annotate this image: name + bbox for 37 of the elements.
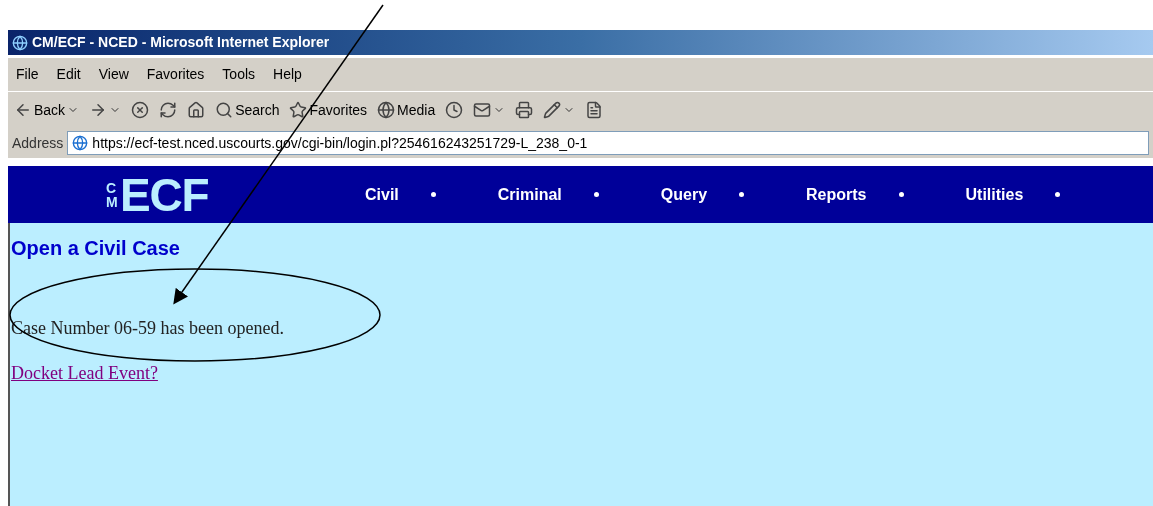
- nav-link[interactable]: Reports: [806, 182, 867, 207]
- bullet-icon: [430, 192, 436, 197]
- menu-item[interactable]: Help: [273, 64, 302, 85]
- nav-link[interactable]: Criminal: [497, 182, 562, 207]
- browser-icon: [12, 34, 28, 51]
- printer-icon: [515, 101, 534, 119]
- search-icon: [215, 101, 234, 119]
- docket-lead-link[interactable]: Docket Lead Event?: [11, 360, 158, 387]
- menu-item[interactable]: View: [98, 64, 129, 85]
- bullet-icon: [1055, 192, 1061, 197]
- page-heading: Open a Civil Case: [11, 236, 181, 261]
- back-button[interactable]: Back: [12, 99, 82, 121]
- bullet-icon: [593, 192, 599, 197]
- nav-link[interactable]: Query: [660, 182, 708, 207]
- clock-icon: [445, 101, 464, 119]
- menu-item[interactable]: Favorites: [146, 64, 205, 85]
- window-title: CM/ECF - NCED - Microsoft Internet Explorer: [32, 33, 330, 52]
- bullet-icon: [739, 192, 745, 197]
- bullet-icon: [898, 192, 904, 197]
- search-button[interactable]: Search: [213, 99, 282, 121]
- document-icon: [585, 101, 604, 119]
- menu-item[interactable]: Tools: [222, 64, 256, 85]
- media-button[interactable]: Media: [375, 99, 438, 121]
- stop-icon: [131, 101, 150, 119]
- address-label: Address: [12, 133, 64, 153]
- page-icon: [72, 135, 89, 151]
- refresh-icon: [159, 101, 178, 119]
- globe-icon: [377, 101, 396, 119]
- mail-icon: [473, 101, 492, 119]
- home-icon: [187, 101, 206, 119]
- nav-link[interactable]: Utilities: [965, 182, 1024, 207]
- pencil-icon: [543, 101, 562, 119]
- menu-item[interactable]: Edit: [56, 64, 81, 85]
- menu-item[interactable]: File: [16, 64, 39, 85]
- favorites-button[interactable]: Favorites: [287, 99, 370, 121]
- nav-link[interactable]: Civil: [365, 182, 399, 207]
- star-icon: [289, 101, 308, 119]
